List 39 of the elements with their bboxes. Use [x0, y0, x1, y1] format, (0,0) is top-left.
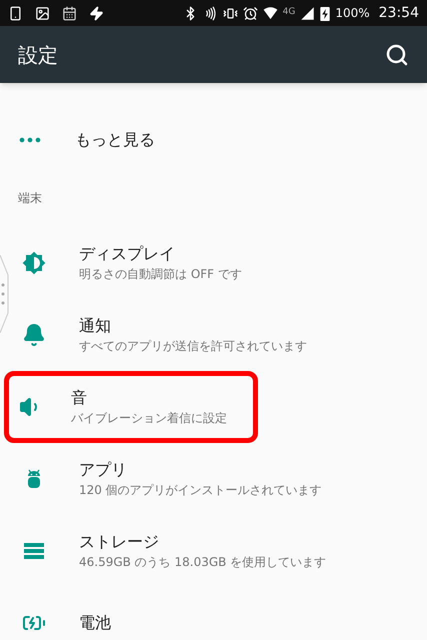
item-subtitle: 46.59GB のうち 18.03GB を使用しています — [79, 554, 326, 571]
image-icon — [35, 6, 50, 20]
alarm-icon — [242, 6, 258, 20]
flash-icon — [89, 6, 104, 20]
brightness-icon — [22, 251, 46, 275]
settings-item[interactable]: ストレージ 46.59GB のうち 18.03GB を使用しています — [4, 515, 423, 587]
battery-charging-icon — [320, 6, 330, 20]
wifi-icon — [262, 6, 278, 20]
settings-item[interactable]: 電池 — [4, 587, 423, 640]
item-subtitle: すべてのアプリが送信を許可されています — [79, 338, 307, 355]
settings-item[interactable]: もっと見る — [0, 111, 427, 169]
item-subtitle: 明るさの自動調節は OFF です — [79, 266, 242, 283]
signal-icon — [300, 6, 316, 20]
item-title: 電池 — [79, 612, 111, 634]
search-icon — [385, 42, 409, 66]
app-bar-title: 設定 — [18, 42, 58, 68]
bell-icon — [22, 323, 46, 347]
item-title: 音 — [71, 387, 88, 409]
settings-item[interactable]: 通知 すべてのアプリが送信を許可されています — [4, 299, 423, 371]
item-title: ディスプレイ — [79, 243, 176, 265]
section-header: 端末 — [18, 190, 42, 207]
search-button[interactable] — [385, 42, 409, 66]
item-title: もっと見る — [75, 129, 155, 151]
item-subtitle: 120 個のアプリがインストールされています — [79, 482, 322, 499]
settings-item[interactable]: アプリ 120 個のアプリがインストールされています — [4, 443, 423, 515]
phone-icon — [8, 6, 23, 20]
item-title: 通知 — [79, 315, 112, 337]
settings-item[interactable]: ディスプレイ 明るさの自動調節は OFF です — [4, 227, 423, 299]
calendar-icon — [62, 6, 77, 20]
network-label: 4G — [282, 6, 296, 18]
item-title: ストレージ — [79, 531, 160, 553]
edge-handle-icon — [0, 255, 9, 333]
more-icon — [18, 137, 42, 143]
battery-level: 100% — [335, 5, 370, 22]
item-title: アプリ — [79, 459, 128, 481]
clock: 23:54 — [378, 4, 419, 22]
vibrate-icon — [222, 6, 238, 20]
item-subtitle: バイブレーション着信に設定 — [71, 410, 227, 427]
settings-item[interactable]: 音 バイブレーション着信に設定 — [4, 371, 258, 443]
